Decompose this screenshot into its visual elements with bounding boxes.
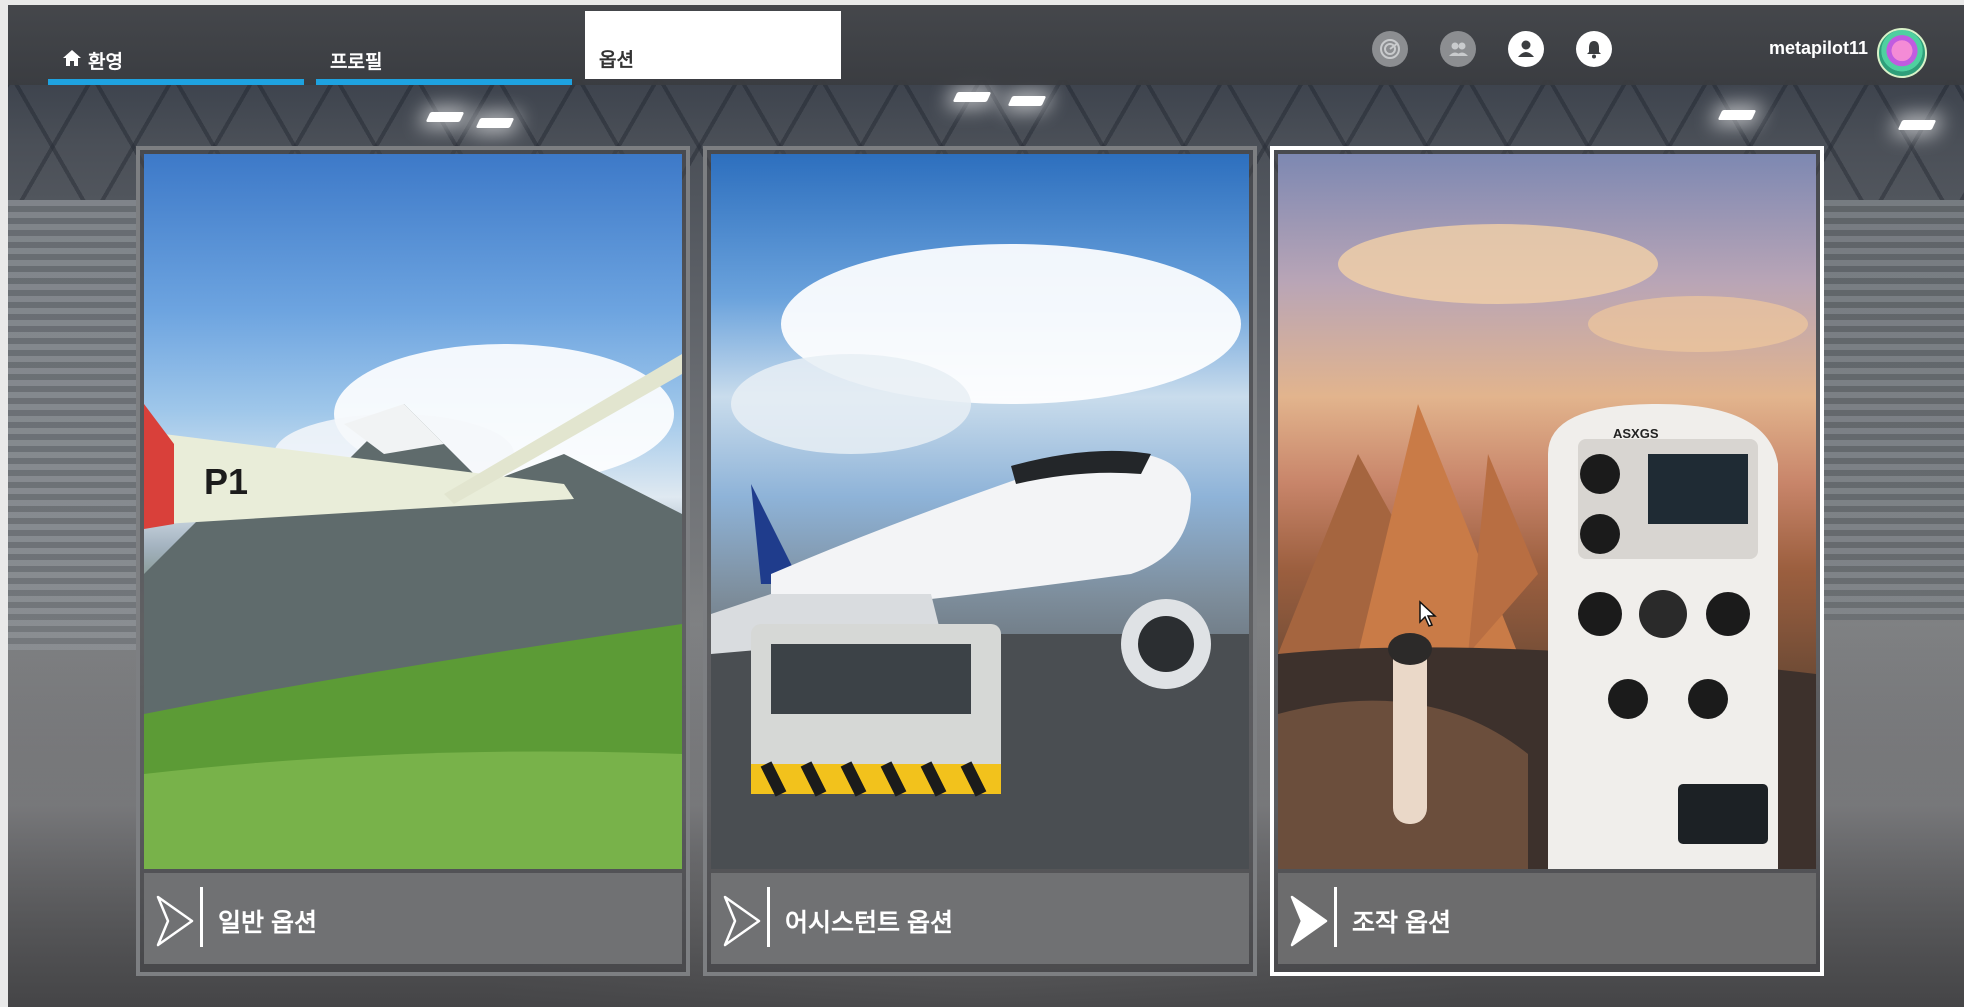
window-border-left (0, 0, 8, 1007)
ceiling-light (425, 112, 465, 122)
radar-icon (1380, 39, 1400, 59)
tab-options[interactable]: 옵션 (585, 11, 841, 79)
ceiling-light (1717, 110, 1757, 120)
card-assistant-options[interactable]: 어시스턴트 옵션 (703, 146, 1257, 976)
card-controls-options-label: 조작 옵션 (1352, 909, 1451, 937)
cockpit-scene-illustration: ASXGS (1278, 224, 1816, 869)
tab-profile-label: 프로필 (330, 52, 383, 73)
tab-options-label: 옵션 (599, 50, 634, 71)
card-general-options-label: 일반 옵션 (218, 909, 317, 937)
username[interactable]: metapilot11 (1738, 38, 1868, 59)
card-assistant-options-image (711, 154, 1249, 869)
home-icon (63, 50, 81, 66)
ceiling-light (952, 92, 992, 102)
footer-divider (200, 887, 203, 947)
tab-welcome-label: 환영 (88, 52, 123, 73)
notifications-button[interactable] (1576, 31, 1612, 67)
card-controls-options-image: ASXGS (1278, 154, 1816, 869)
profile-icon (1518, 40, 1534, 57)
footer-divider (1334, 887, 1337, 947)
chevron-right-outline-icon (156, 895, 194, 947)
glider-scene-illustration: P1 (144, 344, 682, 869)
hangar-wall-right (1822, 200, 1964, 620)
radar-button[interactable] (1372, 31, 1408, 67)
ceiling-light (475, 118, 515, 128)
top-navigation-bar: 환영 프로필 옵션 metapilot11 (8, 5, 1964, 85)
notification-bell-icon (1587, 41, 1601, 59)
card-controls-options[interactable]: ASXGS 조작 옵션 (1270, 146, 1824, 976)
card-general-options[interactable]: P1 일반 옵션 (136, 146, 690, 976)
tab-welcome-underline (48, 79, 304, 85)
svg-text:P1: P1 (204, 461, 248, 502)
ceiling-light (1007, 96, 1047, 106)
airbus-scene-illustration (711, 244, 1249, 869)
tab-profile-underline (316, 79, 572, 85)
footer-divider (767, 887, 770, 947)
tab-welcome[interactable]: 환영 (48, 13, 304, 85)
mouse-cursor-icon (1419, 600, 1437, 627)
ceiling-light (1897, 120, 1937, 130)
card-general-options-footer: 일반 옵션 (144, 873, 682, 964)
svg-text:ASXGS: ASXGS (1613, 426, 1659, 441)
card-assistant-options-label: 어시스턴트 옵션 (785, 909, 953, 937)
card-controls-options-footer: 조작 옵션 (1278, 873, 1816, 964)
card-assistant-options-footer: 어시스턴트 옵션 (711, 873, 1249, 964)
chevron-right-filled-icon (1290, 895, 1328, 947)
card-general-options-image: P1 (144, 154, 682, 869)
profile-button[interactable] (1508, 31, 1544, 67)
friends-icon (1449, 42, 1468, 56)
avatar[interactable] (1877, 28, 1927, 78)
friends-button[interactable] (1440, 31, 1476, 67)
tab-profile[interactable]: 프로필 (316, 13, 572, 85)
chevron-right-outline-icon (723, 895, 761, 947)
